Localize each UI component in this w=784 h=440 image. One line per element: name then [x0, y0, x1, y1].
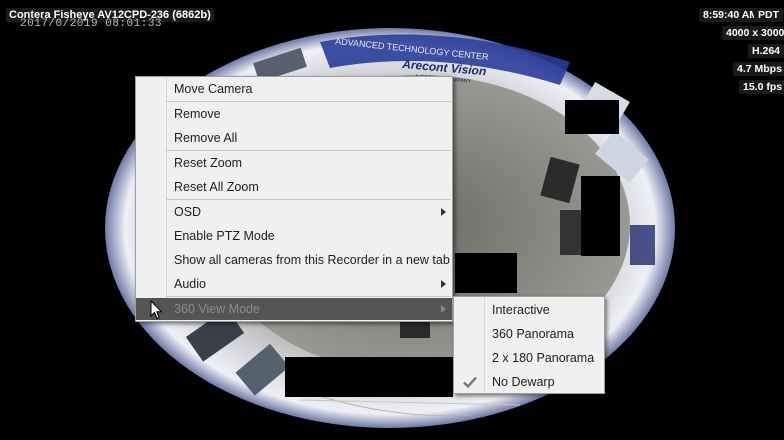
menu-separator	[166, 101, 451, 102]
menu-item-remove[interactable]: Remove	[136, 103, 452, 125]
menu-item-enable-ptz[interactable]: Enable PTZ Mode	[136, 225, 452, 247]
framerate-badge: 15.0 fps	[739, 80, 784, 94]
submenu-item-no-dewarp[interactable]: No Dewarp	[454, 371, 604, 393]
submenu-arrow-icon	[441, 280, 446, 288]
menu-item-remove-all[interactable]: Remove All	[136, 127, 452, 149]
submenu-arrow-icon	[441, 305, 446, 313]
timezone-badge: PDT	[754, 8, 783, 22]
camera-context-menu: Move Camera Remove Remove All Reset Zoom…	[135, 76, 453, 322]
checkmark-icon	[463, 376, 477, 389]
menu-item-audio[interactable]: Audio	[136, 273, 452, 295]
bitrate-badge: 4.7 Mbps	[733, 62, 784, 76]
submenu-item-interactive[interactable]: Interactive	[454, 299, 604, 321]
submenu-item-360-panorama[interactable]: 360 Panorama	[454, 323, 604, 345]
view-mode-submenu: Interactive 360 Panorama 2 x 180 Panoram…	[453, 296, 605, 394]
menu-item-audio-label: Audio	[174, 277, 206, 291]
camera-viewport[interactable]: ADVANCED TECHNOLOGY CENTER Arecont Visio…	[0, 0, 784, 440]
submenu-item-2x180-panorama[interactable]: 2 x 180 Panorama	[454, 347, 604, 369]
menu-separator	[166, 199, 451, 200]
menu-item-360-view-mode-label: 360 View Mode	[174, 302, 260, 316]
submenu-item-no-dewarp-label: No Dewarp	[492, 375, 555, 389]
menu-item-reset-zoom[interactable]: Reset Zoom	[136, 152, 452, 174]
time-badge: 8:59:40 AM	[699, 8, 763, 22]
time-value: 8:59:40 AM	[703, 9, 759, 21]
resolution-badge: 4000 x 3000	[722, 26, 784, 40]
camera-timestamp-osd: 2017/0/2019 08:01:33	[20, 18, 163, 30]
submenu-arrow-icon	[441, 208, 446, 216]
codec-badge: H.264	[748, 44, 784, 58]
menu-item-move-camera[interactable]: Move Camera	[136, 78, 452, 100]
menu-separator	[166, 296, 451, 297]
menu-item-360-view-mode[interactable]: 360 View Mode	[136, 298, 452, 320]
menu-separator	[166, 150, 451, 151]
menu-item-osd-label: OSD	[174, 205, 202, 219]
menu-item-osd[interactable]: OSD	[136, 201, 452, 223]
menu-item-show-all-cameras[interactable]: Show all cameras from this Recorder in a…	[136, 249, 452, 271]
mouse-cursor-icon	[150, 300, 163, 320]
menu-item-reset-all-zoom[interactable]: Reset All Zoom	[136, 176, 452, 198]
